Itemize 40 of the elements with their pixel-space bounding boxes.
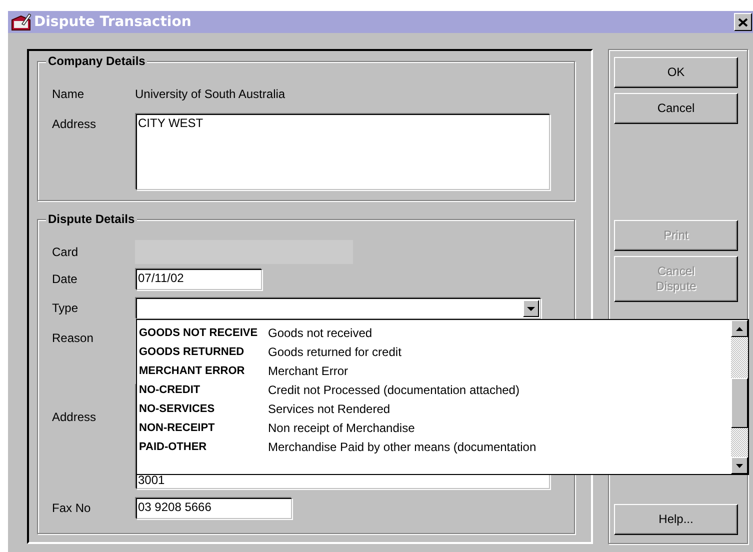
date-field[interactable]: 07/11/02 [136, 269, 262, 290]
group-title: Company Details [46, 54, 148, 68]
dialog-button[interactable]: OK [614, 57, 738, 88]
option-code[interactable]: GOODS RETURNED [137, 346, 268, 358]
window-title: Dispute Transaction [34, 14, 192, 30]
option-description[interactable]: Services not Rendered [268, 402, 390, 416]
dialog-button[interactable]: Help... [614, 504, 738, 535]
field-label: Fax No [52, 500, 92, 515]
envelope-pen-icon [11, 13, 31, 31]
option-description[interactable]: Goods returned for credit [268, 344, 402, 358]
option-description[interactable]: Merchandise Paid by other means (documentation [268, 440, 536, 454]
scroll-thumb[interactable] [731, 378, 748, 428]
type-dropdown[interactable] [136, 298, 541, 319]
group-title: Dispute Details [46, 212, 137, 226]
company-name: University of South Australia [135, 86, 286, 101]
option-code[interactable]: NO-SERVICES [137, 402, 268, 414]
option-description[interactable]: Merchant Error [268, 364, 348, 378]
field-label: Address [52, 409, 98, 424]
close-button[interactable] [734, 13, 752, 31]
close-icon [738, 18, 748, 26]
option-code[interactable]: MERCHANT ERROR [137, 364, 268, 376]
option-code[interactable]: NO-CREDIT [137, 384, 268, 396]
dialog-button[interactable]: Cancel [614, 93, 738, 124]
option-code[interactable]: NON-RECEIPT [137, 422, 268, 434]
field-label: Date [52, 271, 78, 286]
scroll-down-icon[interactable] [731, 457, 748, 474]
option-code[interactable]: GOODS NOT RECEIVE [137, 326, 268, 338]
field-label: Address [52, 116, 98, 131]
address-field[interactable]: CITY WEST [136, 114, 550, 190]
field-label: Reason [52, 330, 94, 345]
option-code[interactable]: PAID-OTHER [137, 440, 268, 452]
field-label: Name [52, 86, 86, 101]
fax-field[interactable]: 03 9208 5666 [136, 498, 292, 519]
option-description[interactable]: Non receipt of Merchandise [268, 420, 415, 434]
scrollbar[interactable] [731, 320, 748, 474]
scroll-up-icon[interactable] [731, 320, 748, 337]
option-description[interactable]: Credit not Processed (documentation attached) [268, 382, 520, 396]
field-label: Type [52, 300, 80, 315]
option-description[interactable]: Goods not received [268, 326, 372, 340]
field-label: Card [52, 244, 80, 259]
